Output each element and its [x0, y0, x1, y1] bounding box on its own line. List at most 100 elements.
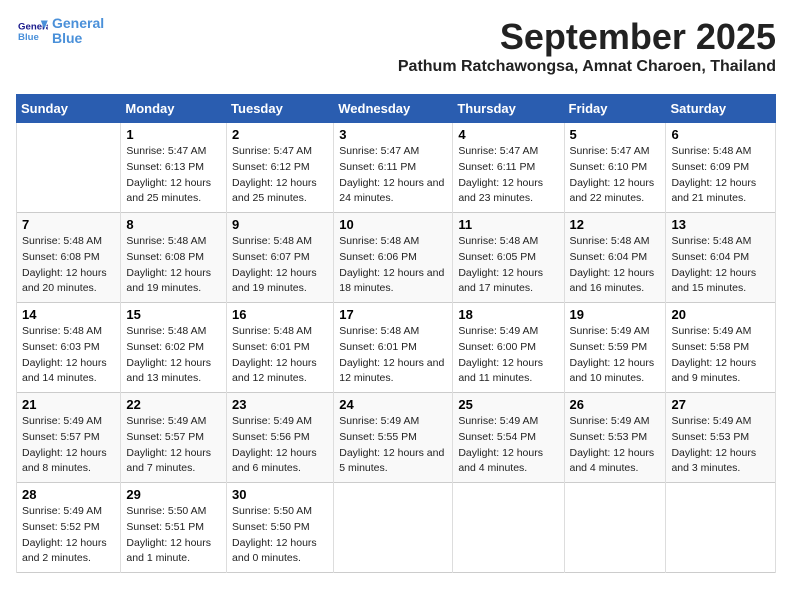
calendar-cell: 27 Sunrise: 5:49 AMSunset: 5:53 PMDaylig… — [666, 393, 776, 483]
day-info: Sunrise: 5:50 AMSunset: 5:51 PMDaylight:… — [126, 504, 221, 567]
day-number: 24 — [339, 397, 447, 412]
day-info: Sunrise: 5:49 AMSunset: 6:00 PMDaylight:… — [458, 324, 558, 387]
day-number: 2 — [232, 127, 328, 142]
day-number: 21 — [22, 397, 115, 412]
calendar-cell: 3 Sunrise: 5:47 AMSunset: 6:11 PMDayligh… — [334, 123, 453, 213]
day-info: Sunrise: 5:48 AMSunset: 6:04 PMDaylight:… — [671, 234, 770, 297]
month-title: September 2025 — [398, 16, 776, 58]
calendar-cell: 19 Sunrise: 5:49 AMSunset: 5:59 PMDaylig… — [564, 303, 666, 393]
day-number: 10 — [339, 217, 447, 232]
calendar-cell: 21 Sunrise: 5:49 AMSunset: 5:57 PMDaylig… — [17, 393, 121, 483]
day-info: Sunrise: 5:49 AMSunset: 5:58 PMDaylight:… — [671, 324, 770, 387]
day-number: 7 — [22, 217, 115, 232]
day-number: 29 — [126, 487, 221, 502]
day-number: 20 — [671, 307, 770, 322]
calendar-cell: 20 Sunrise: 5:49 AMSunset: 5:58 PMDaylig… — [666, 303, 776, 393]
day-number: 11 — [458, 217, 558, 232]
calendar-cell: 4 Sunrise: 5:47 AMSunset: 6:11 PMDayligh… — [453, 123, 564, 213]
day-number: 8 — [126, 217, 221, 232]
calendar-cell: 24 Sunrise: 5:49 AMSunset: 5:55 PMDaylig… — [334, 393, 453, 483]
calendar-cell: 13 Sunrise: 5:48 AMSunset: 6:04 PMDaylig… — [666, 213, 776, 303]
day-number: 6 — [671, 127, 770, 142]
svg-text:Blue: Blue — [18, 32, 39, 43]
day-info: Sunrise: 5:48 AMSunset: 6:08 PMDaylight:… — [126, 234, 221, 297]
day-number: 17 — [339, 307, 447, 322]
calendar-cell: 8 Sunrise: 5:48 AMSunset: 6:08 PMDayligh… — [121, 213, 227, 303]
calendar-cell: 23 Sunrise: 5:49 AMSunset: 5:56 PMDaylig… — [227, 393, 334, 483]
calendar-cell — [564, 483, 666, 573]
calendar-week-row: 28 Sunrise: 5:49 AMSunset: 5:52 PMDaylig… — [17, 483, 776, 573]
day-number: 19 — [570, 307, 661, 322]
day-number: 18 — [458, 307, 558, 322]
day-number: 9 — [232, 217, 328, 232]
calendar-week-row: 7 Sunrise: 5:48 AMSunset: 6:08 PMDayligh… — [17, 213, 776, 303]
day-number: 14 — [22, 307, 115, 322]
location-subtitle: Pathum Ratchawongsa, Amnat Charoen, Thai… — [398, 58, 776, 76]
day-number: 5 — [570, 127, 661, 142]
day-info: Sunrise: 5:48 AMSunset: 6:09 PMDaylight:… — [671, 144, 770, 207]
calendar-cell: 15 Sunrise: 5:48 AMSunset: 6:02 PMDaylig… — [121, 303, 227, 393]
day-info: Sunrise: 5:48 AMSunset: 6:03 PMDaylight:… — [22, 324, 115, 387]
day-info: Sunrise: 5:47 AMSunset: 6:13 PMDaylight:… — [126, 144, 221, 207]
calendar-cell — [666, 483, 776, 573]
day-info: Sunrise: 5:47 AMSunset: 6:12 PMDaylight:… — [232, 144, 328, 207]
calendar-cell: 22 Sunrise: 5:49 AMSunset: 5:57 PMDaylig… — [121, 393, 227, 483]
day-number: 22 — [126, 397, 221, 412]
day-info: Sunrise: 5:48 AMSunset: 6:01 PMDaylight:… — [232, 324, 328, 387]
calendar-week-row: 21 Sunrise: 5:49 AMSunset: 5:57 PMDaylig… — [17, 393, 776, 483]
day-info: Sunrise: 5:50 AMSunset: 5:50 PMDaylight:… — [232, 504, 328, 567]
day-number: 25 — [458, 397, 558, 412]
day-info: Sunrise: 5:48 AMSunset: 6:04 PMDaylight:… — [570, 234, 661, 297]
day-info: Sunrise: 5:48 AMSunset: 6:08 PMDaylight:… — [22, 234, 115, 297]
calendar-cell: 1 Sunrise: 5:47 AMSunset: 6:13 PMDayligh… — [121, 123, 227, 213]
day-info: Sunrise: 5:48 AMSunset: 6:06 PMDaylight:… — [339, 234, 447, 297]
day-info: Sunrise: 5:48 AMSunset: 6:02 PMDaylight:… — [126, 324, 221, 387]
calendar-cell: 2 Sunrise: 5:47 AMSunset: 6:12 PMDayligh… — [227, 123, 334, 213]
day-info: Sunrise: 5:49 AMSunset: 5:52 PMDaylight:… — [22, 504, 115, 567]
calendar-cell — [334, 483, 453, 573]
weekday-header-row: SundayMondayTuesdayWednesdayThursdayFrid… — [17, 95, 776, 123]
weekday-header-thursday: Thursday — [453, 95, 564, 123]
calendar-week-row: 14 Sunrise: 5:48 AMSunset: 6:03 PMDaylig… — [17, 303, 776, 393]
day-info: Sunrise: 5:48 AMSunset: 6:07 PMDaylight:… — [232, 234, 328, 297]
calendar-cell: 16 Sunrise: 5:48 AMSunset: 6:01 PMDaylig… — [227, 303, 334, 393]
day-info: Sunrise: 5:48 AMSunset: 6:01 PMDaylight:… — [339, 324, 447, 387]
calendar-cell — [453, 483, 564, 573]
day-number: 13 — [671, 217, 770, 232]
day-number: 16 — [232, 307, 328, 322]
weekday-header-friday: Friday — [564, 95, 666, 123]
day-info: Sunrise: 5:49 AMSunset: 5:53 PMDaylight:… — [671, 414, 770, 477]
day-info: Sunrise: 5:49 AMSunset: 5:54 PMDaylight:… — [458, 414, 558, 477]
calendar-cell: 9 Sunrise: 5:48 AMSunset: 6:07 PMDayligh… — [227, 213, 334, 303]
day-info: Sunrise: 5:49 AMSunset: 5:59 PMDaylight:… — [570, 324, 661, 387]
day-number: 15 — [126, 307, 221, 322]
weekday-header-saturday: Saturday — [666, 95, 776, 123]
logo-text: General Blue — [52, 16, 104, 47]
day-number: 26 — [570, 397, 661, 412]
day-number: 4 — [458, 127, 558, 142]
day-info: Sunrise: 5:49 AMSunset: 5:57 PMDaylight:… — [22, 414, 115, 477]
calendar-cell: 10 Sunrise: 5:48 AMSunset: 6:06 PMDaylig… — [334, 213, 453, 303]
title-section: September 2025 Pathum Ratchawongsa, Amna… — [398, 16, 776, 86]
logo-icon: General Blue — [16, 17, 48, 45]
weekday-header-wednesday: Wednesday — [334, 95, 453, 123]
day-info: Sunrise: 5:49 AMSunset: 5:56 PMDaylight:… — [232, 414, 328, 477]
calendar-cell: 6 Sunrise: 5:48 AMSunset: 6:09 PMDayligh… — [666, 123, 776, 213]
calendar-table: SundayMondayTuesdayWednesdayThursdayFrid… — [16, 94, 776, 573]
day-number: 12 — [570, 217, 661, 232]
day-info: Sunrise: 5:47 AMSunset: 6:11 PMDaylight:… — [339, 144, 447, 207]
day-info: Sunrise: 5:49 AMSunset: 5:57 PMDaylight:… — [126, 414, 221, 477]
weekday-header-monday: Monday — [121, 95, 227, 123]
weekday-header-sunday: Sunday — [17, 95, 121, 123]
calendar-cell: 14 Sunrise: 5:48 AMSunset: 6:03 PMDaylig… — [17, 303, 121, 393]
day-info: Sunrise: 5:47 AMSunset: 6:11 PMDaylight:… — [458, 144, 558, 207]
calendar-week-row: 1 Sunrise: 5:47 AMSunset: 6:13 PMDayligh… — [17, 123, 776, 213]
day-info: Sunrise: 5:48 AMSunset: 6:05 PMDaylight:… — [458, 234, 558, 297]
day-number: 28 — [22, 487, 115, 502]
calendar-cell: 18 Sunrise: 5:49 AMSunset: 6:00 PMDaylig… — [453, 303, 564, 393]
day-number: 23 — [232, 397, 328, 412]
day-info: Sunrise: 5:49 AMSunset: 5:55 PMDaylight:… — [339, 414, 447, 477]
calendar-cell: 12 Sunrise: 5:48 AMSunset: 6:04 PMDaylig… — [564, 213, 666, 303]
day-info: Sunrise: 5:47 AMSunset: 6:10 PMDaylight:… — [570, 144, 661, 207]
day-info: Sunrise: 5:49 AMSunset: 5:53 PMDaylight:… — [570, 414, 661, 477]
